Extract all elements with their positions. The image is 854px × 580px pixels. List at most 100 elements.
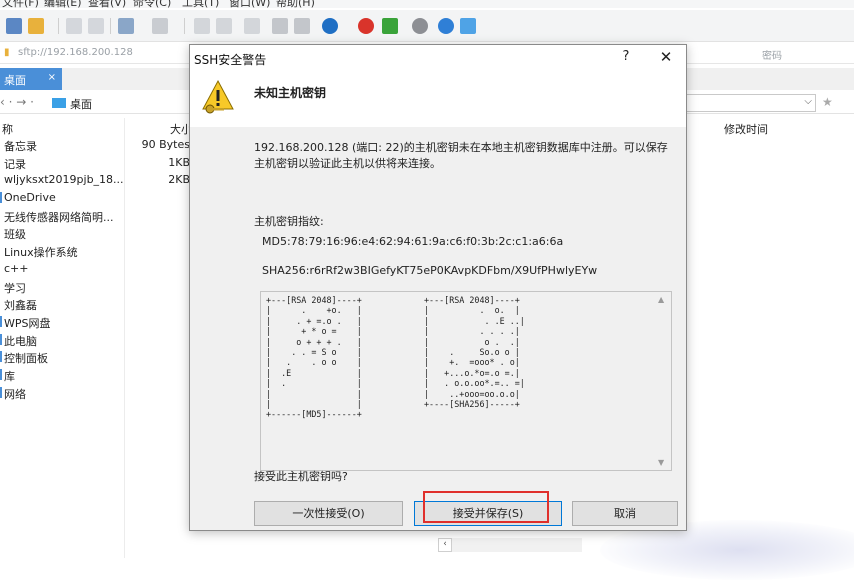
back-forward-buttons[interactable]: ‹ · → · bbox=[0, 95, 34, 109]
menu-help[interactable]: 帮助(H) bbox=[276, 0, 315, 8]
paste-icon[interactable] bbox=[216, 18, 232, 34]
warning-message: 192.168.200.128 (端口: 22)的主机密钥未在本地主机密钥数据库… bbox=[254, 141, 668, 170]
print-icon[interactable] bbox=[272, 18, 288, 34]
star-icon[interactable]: ★ bbox=[822, 95, 833, 109]
randomart-md5: +---[RSA 2048]----+ | . +o. | | . + =.o … bbox=[266, 295, 362, 420]
file-name: OneDrive bbox=[4, 191, 56, 205]
cancel-button[interactable]: 取消 bbox=[572, 501, 678, 526]
file-name: 库 bbox=[4, 369, 15, 383]
fingerprint-label: 主机密钥指纹: bbox=[254, 215, 324, 228]
xftp-icon[interactable] bbox=[382, 18, 398, 34]
expand-marker-icon[interactable] bbox=[0, 351, 2, 363]
disconnect-icon[interactable] bbox=[88, 18, 104, 34]
file-name: 网络 bbox=[4, 387, 26, 401]
fingerprint-sha256: SHA256:r6rRf2w3BIGefyKT75eP0KAvpKDFbm/X9… bbox=[262, 264, 598, 277]
fingerprint-md5: MD5:78:79:16:96:e4:62:94:61:9a:c6:f0:3b:… bbox=[262, 235, 564, 248]
file-row[interactable]: 无线传感器网络简明... bbox=[0, 208, 200, 226]
connect-icon[interactable] bbox=[66, 18, 82, 34]
dialog-body: 192.168.200.128 (端口: 22)的主机密钥未在本地主机密钥数据库… bbox=[190, 127, 686, 530]
chevron-down-icon[interactable]: ▼ bbox=[658, 458, 664, 467]
file-row[interactable]: 记录 1KB bbox=[0, 155, 200, 173]
address-input[interactable]: sftp://192.168.200.128 bbox=[18, 47, 133, 58]
column-modified[interactable]: 修改时间 bbox=[724, 121, 768, 137]
file-row[interactable]: 此电脑 bbox=[0, 332, 200, 350]
tab-desktop[interactable]: 桌面 × bbox=[0, 68, 62, 90]
menu-window[interactable]: 窗口(W) bbox=[229, 0, 270, 8]
file-size: 1KB bbox=[168, 155, 190, 169]
file-name: wljyksxt2019pjb_18... bbox=[4, 173, 124, 187]
expand-marker-icon[interactable] bbox=[0, 192, 2, 204]
toolbar-divider bbox=[184, 18, 185, 34]
close-button[interactable]: ✕ bbox=[656, 48, 676, 66]
scroll-left-button[interactable]: ‹ bbox=[438, 538, 452, 552]
transfer-icon[interactable] bbox=[118, 18, 134, 34]
copy-icon[interactable] bbox=[194, 18, 210, 34]
menu-tools[interactable]: 工具(T) bbox=[182, 0, 219, 8]
file-row[interactable]: 刘鑫磊 bbox=[0, 296, 200, 314]
file-name: 无线传感器网络简明... bbox=[4, 210, 114, 224]
file-name: 学习 bbox=[4, 281, 26, 295]
file-row[interactable]: OneDrive bbox=[0, 190, 200, 208]
gear-icon[interactable] bbox=[412, 18, 428, 34]
chevron-down-icon[interactable]: ⌵ bbox=[804, 96, 812, 107]
accept-once-button[interactable]: 一次性接受(O) bbox=[254, 501, 403, 526]
dialog-heading: 未知主机密钥 bbox=[254, 86, 327, 100]
file-name: 此电脑 bbox=[4, 334, 37, 348]
key-warning-icon bbox=[202, 79, 234, 114]
expand-marker-icon[interactable] bbox=[0, 368, 2, 380]
screen-icon[interactable] bbox=[152, 18, 168, 34]
randomart-scrollbar[interactable]: ▲ ▼ bbox=[655, 292, 671, 470]
randomart-box[interactable]: +---[RSA 2048]----+ | . +o. | | . + =.o … bbox=[260, 291, 672, 471]
chat-icon[interactable] bbox=[460, 18, 476, 34]
globe-icon[interactable] bbox=[322, 18, 338, 34]
horizontal-scrollbar[interactable] bbox=[452, 538, 582, 552]
file-list: 备忘录 90 Bytes 记录 1KB wljyksxt2019pjb_18... 2KB… bbox=[0, 137, 200, 402]
remote-path-select[interactable]: ⌵ bbox=[686, 94, 816, 112]
expand-marker-icon[interactable] bbox=[0, 315, 2, 327]
file-name: 班级 bbox=[4, 228, 26, 242]
file-row[interactable]: 学习 bbox=[0, 279, 200, 297]
file-row[interactable]: 备忘录 90 Bytes bbox=[0, 137, 200, 155]
password-field[interactable]: 密码 bbox=[762, 47, 782, 62]
xshell-icon[interactable] bbox=[358, 18, 374, 34]
menubar: 文件(F) 编辑(E) 查看(V) 命令(C) 工具(T) 窗口(W) 帮助(H… bbox=[0, 0, 854, 8]
help-icon[interactable] bbox=[438, 18, 454, 34]
file-row[interactable]: 库 bbox=[0, 367, 200, 385]
menu-command[interactable]: 命令(C) bbox=[133, 0, 171, 8]
expand-marker-icon[interactable] bbox=[0, 333, 2, 345]
open-folder-icon[interactable] bbox=[28, 18, 44, 34]
tab-label: 桌面 bbox=[4, 74, 26, 87]
randomart-sha256: +---[RSA 2048]----+ | . o. | | . .E ..| … bbox=[424, 295, 525, 410]
file-name: 刘鑫磊 bbox=[4, 299, 37, 313]
menu-file[interactable]: 文件(F) bbox=[2, 0, 39, 8]
swap-icon[interactable] bbox=[244, 18, 260, 34]
file-row[interactable]: 网络 bbox=[0, 385, 200, 403]
doc-icon[interactable] bbox=[294, 18, 310, 34]
file-row[interactable]: Linux操作系统 bbox=[0, 243, 200, 261]
file-row[interactable]: 班级 bbox=[0, 225, 200, 243]
file-row[interactable]: wljyksxt2019pjb_18... 2KB bbox=[0, 172, 200, 190]
menu-view[interactable]: 查看(V) bbox=[88, 0, 126, 8]
help-button[interactable]: ? bbox=[616, 49, 636, 64]
file-name: 记录 bbox=[4, 157, 26, 171]
column-name[interactable]: 称 bbox=[2, 121, 13, 137]
chevron-up-icon[interactable]: ▲ bbox=[658, 295, 664, 304]
new-session-icon[interactable] bbox=[6, 18, 22, 34]
file-row[interactable]: c++ bbox=[0, 261, 200, 279]
file-size: 2KB bbox=[168, 173, 190, 187]
close-icon[interactable]: × bbox=[48, 72, 56, 83]
toolbar bbox=[0, 10, 854, 42]
file-size: 90 Bytes bbox=[141, 138, 190, 151]
dialog-banner: 未知主机密钥 bbox=[190, 71, 686, 127]
accept-and-save-button[interactable]: 接受并保存(S) bbox=[414, 501, 562, 526]
folder-icon bbox=[52, 98, 66, 108]
expand-marker-icon[interactable] bbox=[0, 386, 2, 398]
file-name: 备忘录 bbox=[4, 140, 37, 153]
menu-edit[interactable]: 编辑(E) bbox=[44, 0, 82, 8]
file-row[interactable]: WPS网盘 bbox=[0, 314, 200, 332]
dialog-title: SSH安全警告 bbox=[194, 53, 267, 67]
file-row[interactable]: 控制面板 bbox=[0, 349, 200, 367]
file-name: 控制面板 bbox=[4, 352, 48, 366]
path-box[interactable]: 桌面 bbox=[52, 95, 192, 111]
file-name: WPS网盘 bbox=[4, 316, 51, 330]
